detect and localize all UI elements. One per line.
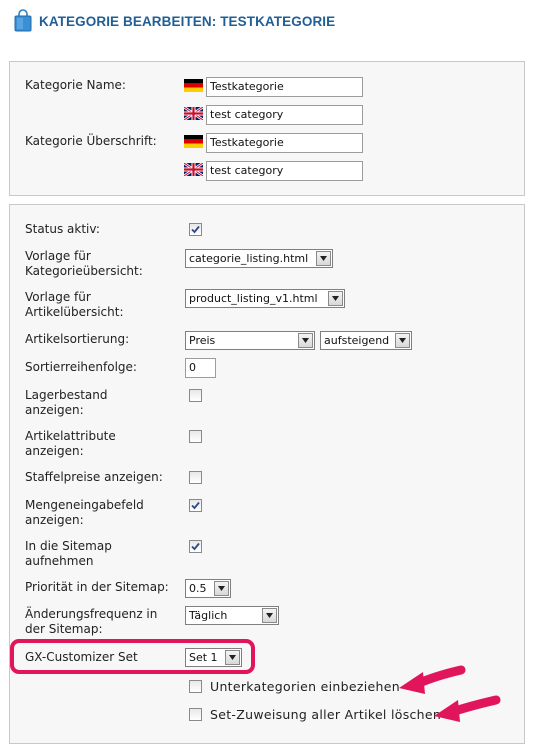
checkmark-icon	[191, 225, 200, 234]
customizer-set-select[interactable]: Set 1	[185, 648, 242, 667]
delete-set-assignment-checkbox[interactable]	[189, 708, 202, 721]
sort-order-label: Sortierreihenfolge:	[25, 360, 137, 374]
show-attributes-checkbox[interactable]	[189, 430, 202, 443]
category-heading-en-input[interactable]: test category	[206, 161, 363, 181]
sort-order-input[interactable]: 0	[185, 358, 216, 378]
include-subcategories-label: Unterkategorien einbeziehen	[210, 679, 400, 694]
tiered-prices-checkbox[interactable]	[189, 471, 202, 484]
sitemap-include-checkbox[interactable]	[189, 540, 202, 553]
article-sort-label: Artikelsortierung:	[25, 332, 130, 346]
quantity-field-checkbox[interactable]	[189, 499, 202, 512]
chevron-down-icon	[214, 581, 229, 596]
chevron-down-icon	[298, 333, 313, 348]
chevron-down-icon	[316, 251, 331, 266]
show-attributes-label: Artikelattribute anzeigen:	[25, 429, 116, 458]
template-overview-label: Vorlage für Kategorieübersicht:	[25, 249, 143, 278]
category-name-label: Kategorie Name:	[25, 78, 126, 92]
change-frequency-value: Täglich	[189, 609, 228, 622]
chevron-down-icon	[225, 650, 240, 665]
article-sort-field-value: Preis	[189, 334, 216, 347]
category-heading-label: Kategorie Überschrift:	[25, 134, 157, 148]
sitemap-priority-value: 0.5	[189, 582, 207, 595]
include-subcategories-checkbox[interactable]	[189, 680, 202, 693]
annotation-arrow-icon	[434, 695, 501, 722]
german-flag-icon	[184, 79, 203, 92]
category-heading-de-input[interactable]: Testkategorie	[206, 133, 363, 153]
template-article-select[interactable]: product_listing_v1.html	[185, 289, 345, 308]
german-flag-icon	[184, 135, 203, 148]
chevron-down-icon	[328, 291, 343, 306]
page-title: KATEGORIE BEARBEITEN: TESTKATEGORIE	[39, 13, 336, 29]
status-active-checkbox[interactable]	[189, 223, 202, 236]
customizer-set-value: Set 1	[189, 651, 218, 664]
change-frequency-label: Änderungsfrequenz in der Sitemap:	[25, 607, 158, 636]
template-overview-select[interactable]: categorie_listing.html	[185, 249, 333, 268]
annotation-arrow-icon	[399, 665, 466, 694]
customizer-set-label: GX-Customizer Set	[25, 650, 138, 664]
page-header: KATEGORIE BEARBEITEN: TESTKATEGORIE	[13, 8, 335, 34]
sitemap-include-label: In die Sitemap aufnehmen	[25, 539, 112, 568]
category-name-de-input[interactable]: Testkategorie	[206, 77, 363, 97]
checkmark-icon	[191, 542, 200, 551]
chevron-down-icon	[262, 608, 277, 623]
delete-set-assignment-label: Set-Zuweisung aller Artikel löschen	[210, 707, 442, 722]
change-frequency-select[interactable]: Täglich	[185, 606, 279, 625]
article-sort-direction-value: aufsteigend	[324, 334, 390, 347]
checkmark-icon	[191, 501, 200, 510]
sitemap-priority-select[interactable]: 0.5	[185, 579, 231, 598]
tiered-prices-label: Staffelpreise anzeigen:	[25, 470, 163, 484]
template-article-label: Vorlage für Artikelübersicht:	[25, 290, 124, 319]
shopping-bag-icon	[13, 9, 33, 33]
chevron-down-icon	[395, 333, 410, 348]
article-sort-direction-select[interactable]: aufsteigend	[320, 331, 412, 350]
sitemap-priority-label: Priorität in der Sitemap:	[25, 580, 169, 594]
template-article-value: product_listing_v1.html	[189, 292, 318, 305]
status-active-label: Status aktiv:	[25, 222, 100, 236]
uk-flag-icon	[183, 105, 204, 122]
article-sort-field-select[interactable]: Preis	[185, 331, 315, 350]
show-stock-checkbox[interactable]	[189, 389, 202, 402]
category-name-en-input[interactable]: test category	[206, 105, 363, 125]
uk-flag-icon	[183, 161, 204, 178]
template-overview-value: categorie_listing.html	[189, 252, 309, 265]
quantity-field-label: Mengeneingabefeld anzeigen:	[25, 498, 144, 527]
show-stock-label: Lagerbestand anzeigen:	[25, 388, 108, 417]
